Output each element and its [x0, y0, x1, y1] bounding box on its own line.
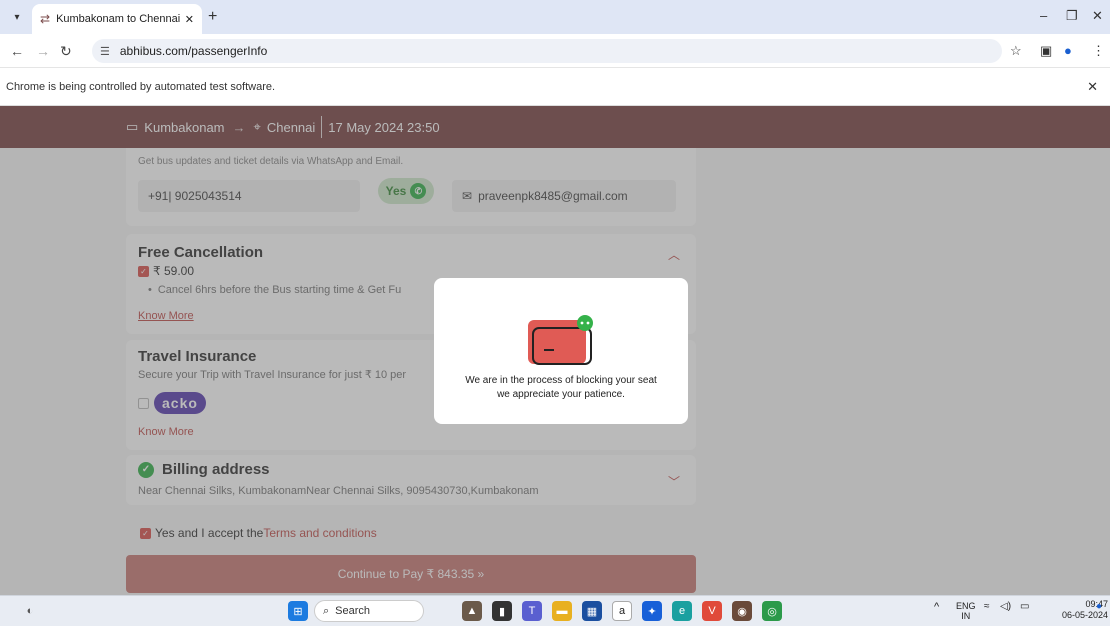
region-code: IN — [961, 611, 971, 621]
file-explorer-icon[interactable]: ▬ — [552, 601, 572, 621]
infobar-close-icon[interactable]: ✕ — [1087, 79, 1098, 95]
volume-icon[interactable]: ◁) — [1000, 601, 1011, 612]
modal-line-1: We are in the process of blocking your s… — [465, 375, 657, 386]
modal-line-2: we appreciate your patience. — [497, 389, 625, 400]
menu-kebab-icon[interactable]: ⋮ — [1092, 43, 1105, 59]
automation-infobar: Chrome is being controlled by automated … — [0, 68, 1110, 106]
reload-icon[interactable]: ↻ — [60, 43, 72, 60]
language-indicator[interactable]: ENG IN — [956, 601, 976, 621]
dropbox-icon[interactable]: ✦ — [642, 601, 662, 621]
store-icon[interactable]: ▦ — [582, 601, 602, 621]
forward-icon[interactable]: → — [36, 43, 50, 59]
taskbar-search[interactable]: ⌕ Search — [314, 600, 424, 622]
windows-taskbar: ◐ ⊞ ⌕ Search ▲ ▮ T ▬ ▦ a ✦ e V ◉ ◎ ^ ENG… — [0, 595, 1110, 626]
tray-chevron-up-icon[interactable]: ^ — [934, 601, 939, 613]
tab-title: Kumbakonam to Chennai Bus T — [56, 13, 181, 25]
taskbar-search-label: Search — [335, 605, 371, 617]
weather-widget-icon[interactable]: ◐ — [20, 601, 40, 621]
battery-icon[interactable]: ▭ — [1020, 601, 1029, 612]
notification-bell-icon[interactable]: ● — [1096, 601, 1102, 612]
side-panel-icon[interactable]: ▣ — [1040, 43, 1052, 59]
chrome-icon[interactable]: ◎ — [762, 601, 782, 621]
vivaldi-icon[interactable]: V — [702, 601, 722, 621]
url-text: abhibus.com/passengerInfo — [119, 44, 268, 58]
new-tab-button[interactable]: + — [208, 8, 217, 26]
back-icon[interactable]: ← — [10, 43, 24, 59]
bus-favicon-icon: ⇄ — [40, 12, 51, 26]
browser-tab-strip: ▾ ⇄ Kumbakonam to Chennai Bus T ✕ + – ❐ … — [0, 0, 1110, 34]
url-field[interactable]: ☰ abhibus.com/passengerInfo — [92, 39, 1002, 63]
window-close-icon[interactable]: ✕ — [1092, 8, 1103, 24]
address-bar-row: ← → ↻ ☰ abhibus.com/passengerInfo ☆ ▣ ● … — [0, 34, 1110, 68]
modal-message: We are in the process of blocking your s… — [434, 374, 688, 402]
site-info-icon[interactable]: ☰ — [100, 45, 110, 58]
app-icon[interactable]: ◉ — [732, 601, 752, 621]
tab-close-icon[interactable]: ✕ — [185, 13, 194, 26]
minimize-icon[interactable]: – — [1040, 8, 1047, 23]
page-content: ▭ Kumbakonam → ⌖ Chennai 17 May 2024 23:… — [0, 106, 1110, 595]
teams-icon[interactable]: T — [522, 601, 542, 621]
wifi-icon[interactable]: ≈ — [984, 601, 990, 612]
windows-start-icon[interactable]: ⊞ — [288, 601, 308, 621]
amazon-icon[interactable]: a — [612, 601, 632, 621]
edge-icon[interactable]: e — [672, 601, 692, 621]
language-code: ENG — [956, 601, 976, 611]
restore-icon[interactable]: ❐ — [1066, 8, 1078, 24]
profile-avatar-icon[interactable]: ● — [1064, 43, 1072, 58]
search-icon: ⌕ — [323, 604, 330, 617]
task-view-icon[interactable]: ▮ — [492, 601, 512, 621]
card-wallet-icon — [528, 315, 593, 365]
photo-app-icon[interactable]: ▲ — [462, 601, 482, 621]
browser-tab[interactable]: ⇄ Kumbakonam to Chennai Bus T ✕ — [32, 4, 202, 34]
automation-notice: Chrome is being controlled by automated … — [6, 80, 276, 93]
seat-blocking-modal: We are in the process of blocking your s… — [434, 278, 688, 424]
tab-search-dropdown-icon[interactable]: ▾ — [8, 8, 26, 26]
bookmark-star-icon[interactable]: ☆ — [1010, 43, 1022, 59]
